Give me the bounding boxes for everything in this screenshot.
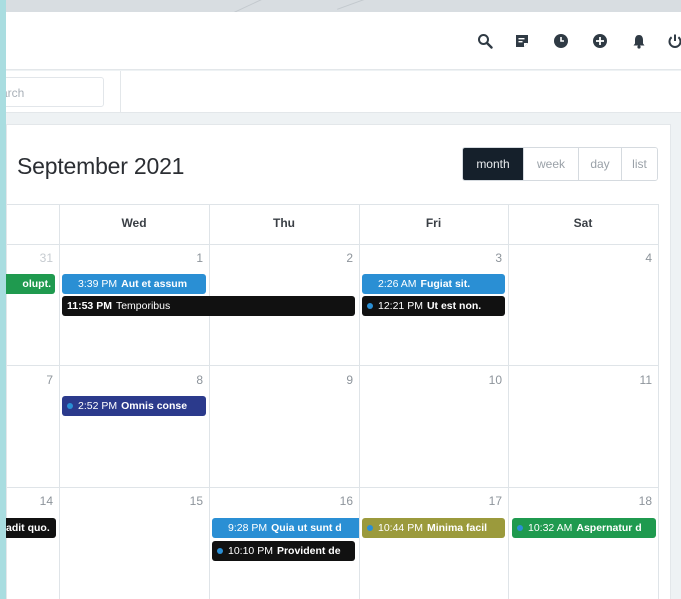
view-list-button[interactable]: list: [621, 148, 657, 180]
day-number[interactable]: 11: [508, 373, 652, 387]
event-dot-icon: [367, 281, 373, 287]
calendar-event[interactable]: 9:28 PM Quia ut sunt d: [212, 518, 359, 538]
calendar-card: September 2021 month week day list Wed T…: [6, 124, 671, 599]
day-number[interactable]: 10: [359, 373, 502, 387]
month-grid: Wed Thu Fri Sat 31 1 2 3 4 7 8 9 10 11 1…: [6, 204, 659, 599]
event-dot-icon: [517, 525, 523, 531]
event-dot-icon: [217, 525, 223, 531]
day-number[interactable]: 15: [59, 494, 203, 508]
day-number[interactable]: 16: [209, 494, 353, 508]
day-number[interactable]: 9: [209, 373, 353, 387]
search-input[interactable]: arch: [6, 77, 104, 107]
top-strip: [6, 0, 681, 18]
weekday-header: Wed: [121, 216, 147, 230]
event-dot-icon: [367, 303, 373, 309]
day-number[interactable]: 3: [359, 251, 502, 265]
calendar-event[interactable]: 10:10 PM Provident de: [212, 541, 355, 561]
app-screen: arch September 2021 month week day list …: [6, 0, 681, 599]
add-circle-icon[interactable]: [589, 30, 611, 52]
day-number[interactable]: 18: [508, 494, 652, 508]
filter-bar: arch: [6, 71, 681, 113]
clock-icon[interactable]: [550, 30, 572, 52]
day-number[interactable]: 31: [7, 251, 53, 265]
view-week-button[interactable]: week: [523, 148, 578, 180]
bell-icon[interactable]: [628, 30, 650, 52]
day-number[interactable]: 14: [7, 494, 53, 508]
weekday-header: Fri: [425, 216, 442, 230]
calendar-event[interactable]: adit quo.: [6, 518, 56, 538]
weekday-header: Thu: [273, 216, 295, 230]
notes-icon[interactable]: [511, 30, 533, 52]
day-number[interactable]: 8: [59, 373, 203, 387]
calendar-event[interactable]: 12:21 PM Ut est non.: [362, 296, 505, 316]
event-dot-icon: [217, 548, 223, 554]
weekday-header: Sat: [573, 216, 593, 230]
search-placeholder: arch: [6, 86, 25, 100]
calendar-event[interactable]: 2:52 PM Omnis conse: [62, 396, 206, 416]
calendar-event[interactable]: 11:53 PM Temporibus: [62, 296, 355, 316]
view-day-button[interactable]: day: [578, 148, 621, 180]
view-switcher: month week day list: [462, 147, 658, 181]
event-dot-icon: [67, 403, 73, 409]
calendar-event[interactable]: 3:39 PM Aut et assum: [62, 274, 206, 294]
event-dot-icon: [67, 281, 73, 287]
calendar-event[interactable]: 10:44 PM Minima facil: [362, 518, 505, 538]
calendar-event[interactable]: olupt.: [6, 274, 55, 294]
event-dot-icon: [367, 525, 373, 531]
day-number[interactable]: 2: [209, 251, 353, 265]
filter-divider: [120, 71, 121, 113]
search-icon[interactable]: [474, 30, 496, 52]
view-month-button[interactable]: month: [463, 148, 523, 180]
top-toolbar: [6, 12, 681, 70]
day-number[interactable]: 7: [7, 373, 53, 387]
power-icon[interactable]: [664, 30, 681, 52]
calendar-event[interactable]: 10:32 AM Aspernatur d: [512, 518, 656, 538]
calendar-title: September 2021: [17, 153, 185, 179]
day-number[interactable]: 4: [508, 251, 652, 265]
day-number[interactable]: 1: [59, 251, 203, 265]
day-number[interactable]: 17: [359, 494, 502, 508]
calendar-event[interactable]: 2:26 AM Fugiat sit.: [362, 274, 505, 294]
